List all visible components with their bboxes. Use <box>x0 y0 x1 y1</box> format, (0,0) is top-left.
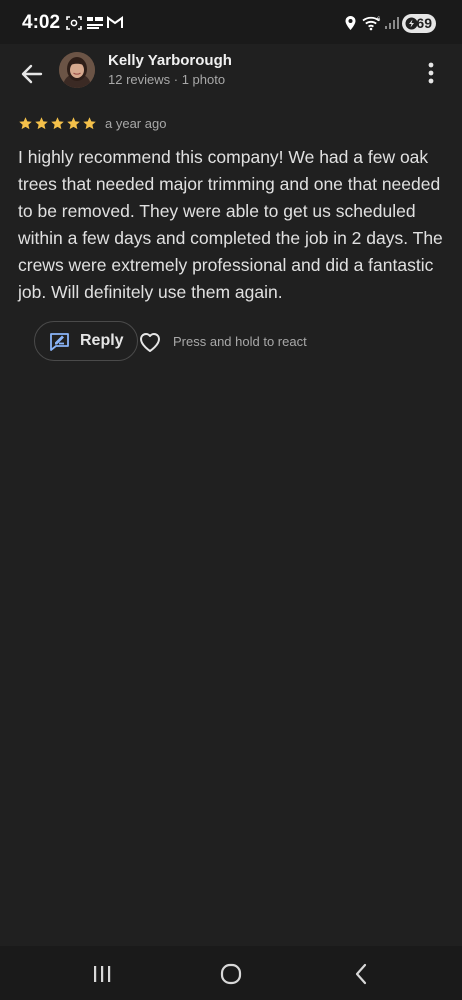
star-rating <box>18 116 97 131</box>
review-header: Kelly Yarborough 12 reviews · 1 photo <box>0 44 462 104</box>
signal-icon <box>385 17 399 29</box>
reviewer-meta: 12 reviews · 1 photo <box>108 72 226 87</box>
star-icon <box>67 116 80 129</box>
svg-text:6: 6 <box>377 17 381 23</box>
react-hint: Press and hold to react <box>173 334 307 349</box>
screenshot-icon <box>66 16 82 30</box>
navigation-bar <box>0 946 462 1000</box>
reviewer-name[interactable]: Kelly Yarborough <box>108 52 232 69</box>
reply-icon <box>50 333 69 351</box>
back-nav-icon[interactable] <box>348 960 376 988</box>
status-time: 4:02 <box>22 12 61 33</box>
arrow-back-icon[interactable] <box>14 56 50 92</box>
home-icon[interactable] <box>217 960 245 988</box>
avatar[interactable] <box>59 52 95 88</box>
review-time: a year ago <box>105 115 167 131</box>
location-icon <box>345 16 356 30</box>
heart-icon[interactable] <box>137 329 163 355</box>
wifi-icon: 6 <box>362 16 381 31</box>
status-bar: 4:02 6 69 <box>0 0 462 44</box>
recents-icon[interactable] <box>88 960 116 988</box>
star-icon <box>51 116 64 129</box>
reply-label: Reply <box>80 332 124 349</box>
reply-button[interactable]: Reply <box>34 321 138 361</box>
battery-icon: 69 <box>402 14 436 33</box>
star-icon <box>35 116 48 129</box>
star-icon <box>19 116 32 129</box>
battery-saver-icon <box>405 17 418 30</box>
battery-level: 69 <box>416 15 432 31</box>
avatar-photo <box>59 52 95 88</box>
gmail-icon <box>107 16 123 28</box>
star-icon <box>83 116 96 129</box>
rating-row: a year ago <box>18 114 166 132</box>
news-icon <box>87 17 103 29</box>
screen: 4:02 6 69 Kelly Yarborough 12 reviews · … <box>0 0 462 1000</box>
more-vert-icon[interactable] <box>416 58 446 88</box>
review-text: I highly recommend this company! We had … <box>18 147 443 302</box>
